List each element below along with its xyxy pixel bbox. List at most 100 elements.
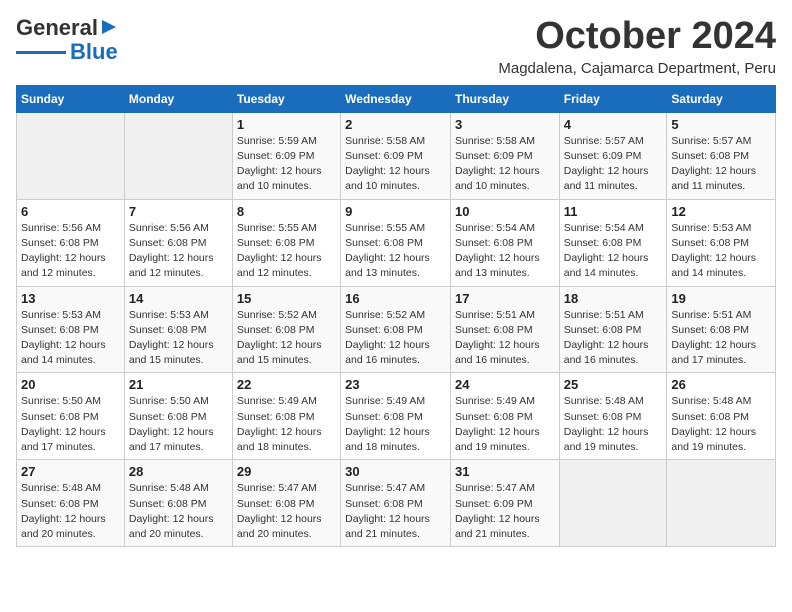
day-cell: 13 Sunrise: 5:53 AM Sunset: 6:08 PM Dayli… [17, 286, 125, 373]
day-info: Sunrise: 5:50 AM Sunset: 6:08 PM Dayligh… [129, 394, 228, 455]
day-number: 3 [455, 117, 555, 132]
day-cell [667, 460, 776, 547]
day-cell: 6 Sunrise: 5:56 AM Sunset: 6:08 PM Daylig… [17, 199, 125, 286]
day-cell: 25 Sunrise: 5:48 AM Sunset: 6:08 PM Dayli… [559, 373, 667, 460]
day-info: Sunrise: 5:56 AM Sunset: 6:08 PM Dayligh… [129, 221, 228, 282]
day-number: 21 [129, 377, 228, 392]
day-info: Sunrise: 5:51 AM Sunset: 6:08 PM Dayligh… [564, 308, 663, 369]
day-number: 22 [237, 377, 336, 392]
day-number: 11 [564, 204, 663, 219]
day-cell: 24 Sunrise: 5:49 AM Sunset: 6:08 PM Dayli… [450, 373, 559, 460]
day-number: 14 [129, 291, 228, 306]
day-info: Sunrise: 5:49 AM Sunset: 6:08 PM Dayligh… [455, 394, 555, 455]
day-info: Sunrise: 5:48 AM Sunset: 6:08 PM Dayligh… [564, 394, 663, 455]
day-info: Sunrise: 5:59 AM Sunset: 6:09 PM Dayligh… [237, 134, 336, 195]
day-info: Sunrise: 5:52 AM Sunset: 6:08 PM Dayligh… [345, 308, 446, 369]
day-info: Sunrise: 5:56 AM Sunset: 6:08 PM Dayligh… [21, 221, 120, 282]
day-info: Sunrise: 5:53 AM Sunset: 6:08 PM Dayligh… [671, 221, 771, 282]
day-number: 9 [345, 204, 446, 219]
day-cell [559, 460, 667, 547]
day-cell: 18 Sunrise: 5:51 AM Sunset: 6:08 PM Dayli… [559, 286, 667, 373]
day-number: 31 [455, 464, 555, 479]
day-cell [17, 112, 125, 199]
day-number: 15 [237, 291, 336, 306]
day-number: 16 [345, 291, 446, 306]
day-number: 7 [129, 204, 228, 219]
day-number: 17 [455, 291, 555, 306]
day-number: 1 [237, 117, 336, 132]
day-number: 29 [237, 464, 336, 479]
day-number: 30 [345, 464, 446, 479]
day-cell: 23 Sunrise: 5:49 AM Sunset: 6:08 PM Dayli… [341, 373, 451, 460]
day-info: Sunrise: 5:51 AM Sunset: 6:08 PM Dayligh… [455, 308, 555, 369]
day-number: 6 [21, 204, 120, 219]
day-cell: 10 Sunrise: 5:54 AM Sunset: 6:08 PM Dayli… [450, 199, 559, 286]
logo-text: General [16, 16, 98, 40]
day-info: Sunrise: 5:55 AM Sunset: 6:08 PM Dayligh… [345, 221, 446, 282]
day-cell: 4 Sunrise: 5:57 AM Sunset: 6:09 PM Daylig… [559, 112, 667, 199]
day-number: 8 [237, 204, 336, 219]
day-cell: 15 Sunrise: 5:52 AM Sunset: 6:08 PM Dayli… [232, 286, 340, 373]
day-number: 12 [671, 204, 771, 219]
day-number: 10 [455, 204, 555, 219]
day-number: 25 [564, 377, 663, 392]
day-info: Sunrise: 5:48 AM Sunset: 6:08 PM Dayligh… [671, 394, 771, 455]
week-row-4: 20 Sunrise: 5:50 AM Sunset: 6:08 PM Dayli… [17, 373, 776, 460]
day-cell: 19 Sunrise: 5:51 AM Sunset: 6:08 PM Dayli… [667, 286, 776, 373]
day-info: Sunrise: 5:47 AM Sunset: 6:09 PM Dayligh… [455, 481, 555, 542]
day-number: 23 [345, 377, 446, 392]
day-info: Sunrise: 5:58 AM Sunset: 6:09 PM Dayligh… [455, 134, 555, 195]
title-block: October 2024 Magdalena, Cajamarca Depart… [498, 16, 776, 77]
day-info: Sunrise: 5:49 AM Sunset: 6:08 PM Dayligh… [237, 394, 336, 455]
day-cell: 20 Sunrise: 5:50 AM Sunset: 6:08 PM Dayli… [17, 373, 125, 460]
day-cell: 3 Sunrise: 5:58 AM Sunset: 6:09 PM Daylig… [450, 112, 559, 199]
page-header: General Blue October 2024 Magdalena, Caj… [16, 16, 776, 77]
day-number: 19 [671, 291, 771, 306]
day-info: Sunrise: 5:49 AM Sunset: 6:08 PM Dayligh… [345, 394, 446, 455]
calendar-table: SundayMondayTuesdayWednesdayThursdayFrid… [16, 85, 776, 547]
day-cell: 7 Sunrise: 5:56 AM Sunset: 6:08 PM Daylig… [124, 199, 232, 286]
day-cell: 14Sunrise: 5:53 AM Sunset: 6:08 PM Dayli… [124, 286, 232, 373]
day-info: Sunrise: 5:58 AM Sunset: 6:09 PM Dayligh… [345, 134, 446, 195]
day-info: Sunrise: 5:54 AM Sunset: 6:08 PM Dayligh… [564, 221, 663, 282]
day-number: 5 [671, 117, 771, 132]
week-row-2: 6 Sunrise: 5:56 AM Sunset: 6:08 PM Daylig… [17, 199, 776, 286]
location: Magdalena, Cajamarca Department, Peru [498, 60, 776, 77]
day-number: 13 [21, 291, 120, 306]
day-info: Sunrise: 5:52 AM Sunset: 6:08 PM Dayligh… [237, 308, 336, 369]
day-info: Sunrise: 5:50 AM Sunset: 6:08 PM Dayligh… [21, 394, 120, 455]
header-row: SundayMondayTuesdayWednesdayThursdayFrid… [17, 85, 776, 112]
header-cell-tuesday: Tuesday [232, 85, 340, 112]
day-number: 2 [345, 117, 446, 132]
day-number: 24 [455, 377, 555, 392]
header-cell-thursday: Thursday [450, 85, 559, 112]
day-info: Sunrise: 5:57 AM Sunset: 6:08 PM Dayligh… [671, 134, 771, 195]
day-cell: 1 Sunrise: 5:59 AM Sunset: 6:09 PM Daylig… [232, 112, 340, 199]
day-cell: 31 Sunrise: 5:47 AM Sunset: 6:09 PM Dayli… [450, 460, 559, 547]
day-info: Sunrise: 5:47 AM Sunset: 6:08 PM Dayligh… [237, 481, 336, 542]
day-cell: 29 Sunrise: 5:47 AM Sunset: 6:08 PM Dayli… [232, 460, 340, 547]
header-cell-monday: Monday [124, 85, 232, 112]
header-cell-saturday: Saturday [667, 85, 776, 112]
day-cell: 28Sunrise: 5:48 AM Sunset: 6:08 PM Dayli… [124, 460, 232, 547]
day-number: 20 [21, 377, 120, 392]
day-cell: 5 Sunrise: 5:57 AM Sunset: 6:08 PM Daylig… [667, 112, 776, 199]
day-cell: 12 Sunrise: 5:53 AM Sunset: 6:08 PM Dayli… [667, 199, 776, 286]
day-info: Sunrise: 5:57 AM Sunset: 6:09 PM Dayligh… [564, 134, 663, 195]
day-info: Sunrise: 5:51 AM Sunset: 6:08 PM Dayligh… [671, 308, 771, 369]
logo-blue-text: Blue [70, 40, 118, 64]
day-number: 18 [564, 291, 663, 306]
logo: General Blue [16, 16, 118, 64]
day-number: 27 [21, 464, 120, 479]
day-number: 26 [671, 377, 771, 392]
day-cell: 16 Sunrise: 5:52 AM Sunset: 6:08 PM Dayli… [341, 286, 451, 373]
day-cell: 2 Sunrise: 5:58 AM Sunset: 6:09 PM Daylig… [341, 112, 451, 199]
header-cell-wednesday: Wednesday [341, 85, 451, 112]
day-info: Sunrise: 5:53 AM Sunset: 6:08 PM Dayligh… [21, 308, 120, 369]
logo-underline [16, 51, 66, 54]
day-info: Sunrise: 5:54 AM Sunset: 6:08 PM Dayligh… [455, 221, 555, 282]
day-cell: 22 Sunrise: 5:49 AM Sunset: 6:08 PM Dayli… [232, 373, 340, 460]
day-number: 4 [564, 117, 663, 132]
day-cell: 21 Sunrise: 5:50 AM Sunset: 6:08 PM Dayli… [124, 373, 232, 460]
day-cell: 9 Sunrise: 5:55 AM Sunset: 6:08 PM Daylig… [341, 199, 451, 286]
